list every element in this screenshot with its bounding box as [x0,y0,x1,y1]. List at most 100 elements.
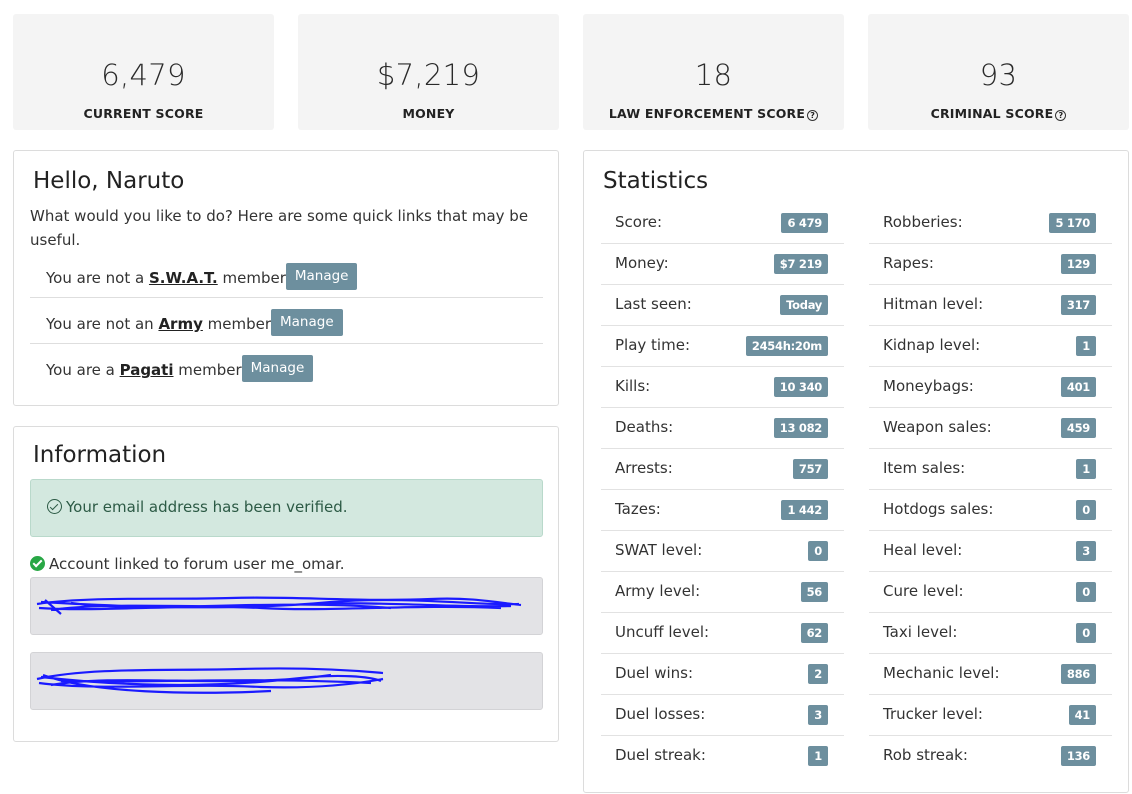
stat-value-badge: $7 219 [773,254,828,274]
forum-link-text: Account linked to forum user me_omar. [49,555,345,573]
swat-group-link[interactable]: S.W.A.T. [149,269,218,287]
stat-name: Moneybags: [883,377,974,395]
stat-name: Deaths: [615,418,674,436]
stat-name: Uncuff level: [615,623,710,641]
statistics-title: Statistics [603,168,709,194]
stat-row: Taxi level: 0 [869,613,1112,654]
hello-panel: Hello, Naruto What would you like to do?… [13,150,559,406]
check-circle-icon [47,499,62,514]
stat-name: Tazes: [615,500,661,518]
stat-row: Score: 6 479 [601,203,844,244]
stat-value-badge: 1 [1076,459,1096,479]
army-group-link[interactable]: Army [158,315,202,333]
stat-row: Last seen: Today [601,285,844,326]
stat-value-badge: 0 [1076,582,1096,602]
stat-name: SWAT level: [615,541,703,559]
stat-row: Weapon sales: 459 [869,408,1112,449]
stat-name: Play time: [615,336,690,354]
stat-name: Robberies: [883,213,963,231]
stat-row: Duel streak: 1 [601,736,844,777]
stat-name: Mechanic level: [883,664,1000,682]
stat-value-badge: Today [780,295,828,315]
stat-name: Heal level: [883,541,963,559]
information-title: Information [33,442,167,468]
criminal-score-card: 93 CRIMINAL SCORE? [868,14,1129,130]
membership-row-army: You are not an Army member Manage [30,297,543,343]
stat-value-badge: 1 [808,746,828,766]
stat-value-badge: 6 479 [781,213,828,233]
help-icon[interactable]: ? [807,110,819,121]
membership-prefix: You are a [46,361,120,379]
stat-name: Item sales: [883,459,966,477]
stat-value-badge: 0 [808,541,828,561]
stat-row: Robberies: 5 170 [869,203,1112,244]
stat-name: Rob streak: [883,746,968,764]
money-value: $7,219 [376,58,481,92]
stat-name: Army level: [615,582,701,600]
stat-name: Cure level: [883,582,964,600]
forum-link-status: Account linked to forum user me_omar. [30,555,345,573]
stat-name: Kidnap level: [883,336,981,354]
stat-row: Arrests: 757 [601,449,844,490]
membership-row-swat: You are not a S.W.A.T. member Manage [30,252,543,298]
stat-name: Score: [615,213,663,231]
stat-row: Duel losses: 3 [601,695,844,736]
stat-name: Duel streak: [615,746,706,764]
statistics-left-column: Score: 6 479 Money: $7 219 Last seen: Today Pl… [601,203,844,777]
stat-value-badge: 10 340 [773,377,828,397]
stat-value-badge: 459 [1060,418,1096,438]
stat-name: Weapon sales: [883,418,992,436]
stat-name: Trucker level: [883,705,983,723]
law-enforcement-score-label: LAW ENFORCEMENT SCORE? [583,106,844,121]
stat-row: Trucker level: 41 [869,695,1112,736]
stat-value-badge: 0 [1076,500,1096,520]
stat-value-badge: 1 442 [781,500,828,520]
stat-name: Kills: [615,377,651,395]
stat-row: Play time: 2454h:20m [601,326,844,367]
membership-prefix: You are not an [46,315,159,333]
email-verified-alert: Your email address has been verified. [30,479,543,537]
help-icon[interactable]: ? [1055,110,1067,121]
criminal-score-label-text: CRIMINAL SCORE [930,106,1054,121]
stat-name: Duel losses: [615,705,706,723]
scribble-redaction [36,596,522,615]
stat-value-badge: 5 170 [1049,213,1096,233]
manage-pagati-button[interactable]: Manage [241,355,314,382]
membership-suffix: member [202,315,272,333]
membership-row-pagati: You are a Pagati member Manage [30,343,543,389]
hello-intro: What would you like to do? Here are some… [30,207,529,249]
stat-name: Rapes: [883,254,934,272]
stat-row: Hitman level: 317 [869,285,1112,326]
check-circle-filled-icon [30,556,45,571]
manage-swat-button[interactable]: Manage [285,263,358,290]
stat-row: Moneybags: 401 [869,367,1112,408]
membership-suffix: member [173,361,242,379]
scribble-redaction [36,667,384,694]
stat-name: Hitman level: [883,295,984,313]
stat-row: Kidnap level: 1 [869,326,1112,367]
stat-value-badge: 317 [1060,295,1096,315]
stat-value-badge: 0 [1076,623,1096,643]
stat-value-badge: 13 082 [773,418,828,438]
stat-row: Hotdogs sales: 0 [869,490,1112,531]
stat-row: Rapes: 129 [869,244,1112,285]
criminal-score-value: 93 [979,58,1018,92]
current-score-label: CURRENT SCORE [83,106,204,121]
current-score-card: 6,479 CURRENT SCORE [13,14,274,130]
stat-value-badge: 2454h:20m [745,336,828,356]
hello-title: Hello, Naruto [33,168,185,194]
criminal-score-label: CRIMINAL SCORE? [868,106,1129,121]
stat-value-badge: 62 [800,623,828,643]
stat-value-badge: 401 [1060,377,1096,397]
stat-row: Kills: 10 340 [601,367,844,408]
pagati-group-link[interactable]: Pagati [120,361,174,379]
stat-value-badge: 757 [792,459,828,479]
money-label: MONEY [402,106,455,121]
manage-army-button[interactable]: Manage [271,309,343,336]
redacted-field-2 [30,652,543,710]
information-panel: Information Your email address has been … [13,426,559,742]
stat-name: Last seen: [615,295,692,313]
membership-prefix: You are not a [46,269,149,287]
stat-row: Item sales: 1 [869,449,1112,490]
redacted-field-1 [30,577,543,635]
